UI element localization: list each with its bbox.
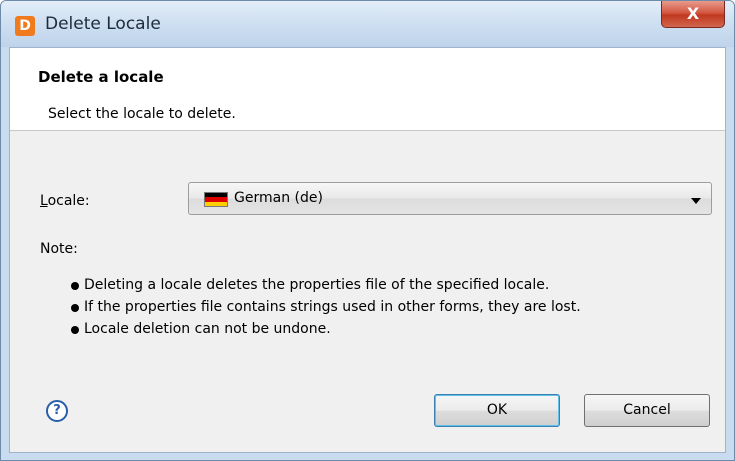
note-item-text: Deleting a locale deletes the properties… [84, 277, 550, 293]
help-icon[interactable]: ? [46, 400, 68, 422]
locale-dropdown[interactable]: German (de) [188, 182, 712, 215]
note-item: If the properties file contains strings … [71, 299, 581, 321]
note-item-text: If the properties file contains strings … [84, 299, 581, 315]
header-title: Delete a locale [38, 68, 164, 86]
note-item: Deleting a locale deletes the properties… [71, 277, 581, 299]
chevron-down-icon[interactable] [691, 198, 701, 204]
ok-button[interactable]: OK [434, 394, 560, 427]
bullet-icon [71, 304, 79, 312]
locale-label-text: ocale: [47, 193, 90, 209]
locale-label: Locale: [40, 193, 90, 209]
locale-label-mnemonic: L [40, 193, 48, 209]
cancel-button[interactable]: Cancel [584, 394, 710, 427]
title-bar[interactable]: D Delete Locale X [1, 1, 734, 47]
note-list: Deleting a locale deletes the properties… [71, 277, 581, 343]
app-logo-icon: D [15, 16, 35, 36]
bullet-icon [71, 282, 79, 290]
bullet-icon [71, 326, 79, 334]
header-description: Select the locale to delete. [48, 106, 236, 122]
note-item: Locale deletion can not be undone. [71, 321, 581, 343]
dialog-header: Delete a locale Select the locale to del… [10, 48, 725, 131]
flag-stripe-bottom [205, 201, 227, 206]
close-button[interactable]: X [661, 1, 725, 28]
note-label: Note: [40, 241, 78, 257]
locale-selected-value: German (de) [234, 190, 323, 206]
window-title: Delete Locale [45, 14, 161, 34]
note-item-text: Locale deletion can not be undone. [84, 321, 331, 337]
german-flag-icon [204, 192, 228, 207]
delete-locale-dialog: D Delete Locale X Delete a locale Select… [0, 0, 735, 461]
dialog-body: Delete a locale Select the locale to del… [9, 47, 726, 453]
close-icon: X [686, 4, 700, 23]
